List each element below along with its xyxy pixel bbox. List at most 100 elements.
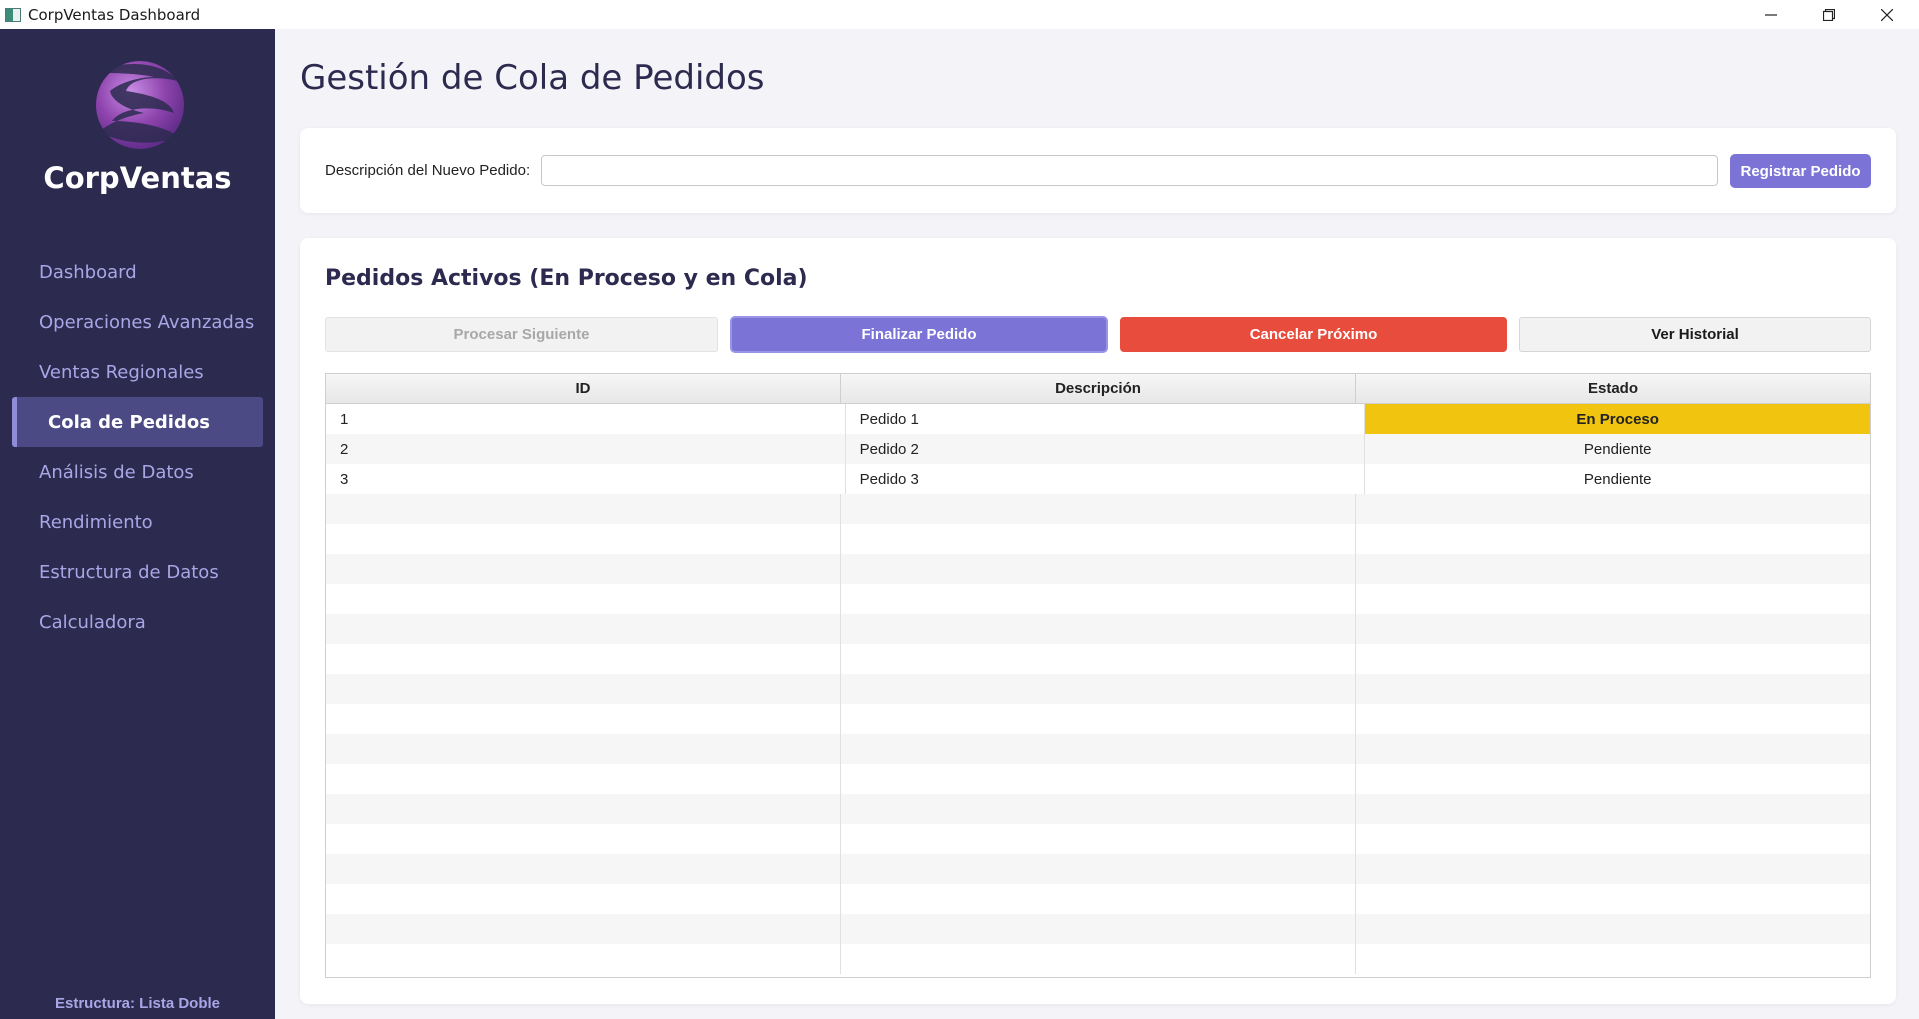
data-structure-status: Estructura: Lista Doble <box>54 995 221 1012</box>
cancel-next-button[interactable]: Cancelar Próximo <box>1120 317 1507 352</box>
sidebar-item-dashboard[interactable]: Dashboard <box>0 247 275 297</box>
sidebar-item-operaciones-avanzadas[interactable]: Operaciones Avanzadas <box>0 297 275 347</box>
table-row[interactable]: 2 Pedido 2 Pendiente <box>326 434 1870 464</box>
table-row-empty <box>326 554 1870 584</box>
cell-empty <box>841 554 1356 584</box>
cell-empty <box>1356 524 1870 554</box>
page-title: Gestión de Cola de Pedidos <box>300 58 765 98</box>
cell-empty <box>1356 824 1870 854</box>
cell-empty <box>841 764 1356 794</box>
sidebar-item-cola-de-pedidos[interactable]: Cola de Pedidos <box>12 397 263 447</box>
cell-empty <box>1356 554 1870 584</box>
cell-empty <box>326 554 841 584</box>
table-row-empty <box>326 884 1870 914</box>
cell-empty <box>326 584 841 614</box>
table-row[interactable]: 3 Pedido 3 Pendiente <box>326 464 1870 494</box>
minimize-button[interactable] <box>1742 0 1800 29</box>
cell-id: 1 <box>326 404 846 434</box>
cell-id: 2 <box>326 434 846 464</box>
view-history-button[interactable]: Ver Historial <box>1519 317 1871 352</box>
table-header: ID Descripción Estado <box>326 374 1870 404</box>
sidebar-item-analisis-de-datos[interactable]: Análisis de Datos <box>0 447 275 497</box>
restore-button[interactable] <box>1800 0 1858 29</box>
sidebar-nav: Dashboard Operaciones Avanzadas Ventas R… <box>0 247 275 647</box>
cell-empty <box>1356 584 1870 614</box>
sidebar-item-label: Rendimiento <box>39 511 153 533</box>
table-row-empty <box>326 524 1870 554</box>
cell-empty <box>1356 854 1870 884</box>
orders-table[interactable]: ID Descripción Estado 1 Pedido 1 En Proc… <box>325 373 1871 978</box>
cell-status: En Proceso <box>1365 404 1870 434</box>
cell-empty <box>1356 644 1870 674</box>
cell-empty <box>326 674 841 704</box>
sidebar-item-label: Ventas Regionales <box>39 361 204 383</box>
close-button[interactable] <box>1858 0 1916 29</box>
sidebar-item-label: Dashboard <box>39 261 137 283</box>
cell-empty <box>1356 884 1870 914</box>
column-header-description[interactable]: Descripción <box>841 374 1356 403</box>
cell-status: Pendiente <box>1583 440 1652 458</box>
sidebar-item-estructura-de-datos[interactable]: Estructura de Datos <box>0 547 275 597</box>
window-title: CorpVentas Dashboard <box>28 5 201 24</box>
cell-empty <box>326 494 841 524</box>
table-row-empty <box>326 644 1870 674</box>
cell-empty <box>326 944 841 974</box>
table-row-empty <box>326 914 1870 944</box>
cell-empty <box>1356 704 1870 734</box>
brand-name: CorpVentas <box>43 161 232 195</box>
cell-description: Pedido 3 <box>846 464 1366 494</box>
cell-description: Pedido 2 <box>846 434 1366 464</box>
cell-empty <box>841 674 1356 704</box>
table-row-empty <box>326 764 1870 794</box>
cell-empty <box>841 854 1356 884</box>
sidebar: CorpVentas Dashboard Operaciones Avanzad… <box>0 29 275 1019</box>
sidebar-item-rendimiento[interactable]: Rendimiento <box>0 497 275 547</box>
close-icon <box>1881 8 1893 21</box>
cell-empty <box>1356 494 1870 524</box>
section-title: Pedidos Activos (En Proceso y en Cola) <box>325 266 808 291</box>
cell-empty <box>841 524 1356 554</box>
table-row-empty <box>326 674 1870 704</box>
cell-empty <box>841 704 1356 734</box>
cell-empty <box>326 794 841 824</box>
cell-empty <box>326 734 841 764</box>
cell-empty <box>326 764 841 794</box>
sidebar-item-label: Cola de Pedidos <box>48 411 210 433</box>
process-next-button[interactable]: Procesar Siguiente <box>325 317 718 352</box>
sidebar-item-calculadora[interactable]: Calculadora <box>0 597 275 647</box>
order-description-input[interactable] <box>541 155 1718 186</box>
cell-empty <box>841 584 1356 614</box>
cell-description: Pedido 1 <box>846 404 1366 434</box>
sidebar-item-label: Estructura de Datos <box>39 561 219 583</box>
table-row-empty <box>326 794 1870 824</box>
new-order-card: Descripción del Nuevo Pedido: Registrar … <box>300 128 1896 213</box>
table-row[interactable]: 1 Pedido 1 En Proceso <box>326 404 1870 434</box>
table-row-empty <box>326 944 1870 974</box>
register-order-button[interactable]: Registrar Pedido <box>1730 154 1871 188</box>
sidebar-item-label: Análisis de Datos <box>39 461 194 483</box>
cell-empty <box>841 614 1356 644</box>
cell-empty <box>841 644 1356 674</box>
cell-empty <box>326 914 841 944</box>
cell-empty <box>326 704 841 734</box>
table-row-empty <box>326 824 1870 854</box>
table-row-empty <box>326 734 1870 764</box>
cell-empty <box>1356 734 1870 764</box>
table-row-empty <box>326 614 1870 644</box>
table-row-empty <box>326 494 1870 524</box>
cell-empty <box>841 944 1356 974</box>
sidebar-item-ventas-regionales[interactable]: Ventas Regionales <box>0 347 275 397</box>
cell-empty <box>326 884 841 914</box>
cell-empty <box>841 734 1356 764</box>
cell-empty <box>841 914 1356 944</box>
column-header-status[interactable]: Estado <box>1356 374 1870 403</box>
column-header-id[interactable]: ID <box>326 374 841 403</box>
table-row-empty <box>326 584 1870 614</box>
window-titlebar: CorpVentas Dashboard <box>0 0 1919 29</box>
cell-empty <box>326 824 841 854</box>
cell-empty <box>1356 764 1870 794</box>
table-row-empty <box>326 854 1870 884</box>
finish-order-button[interactable]: Finalizar Pedido <box>730 316 1108 353</box>
table-row-empty <box>326 704 1870 734</box>
cell-empty <box>326 854 841 884</box>
